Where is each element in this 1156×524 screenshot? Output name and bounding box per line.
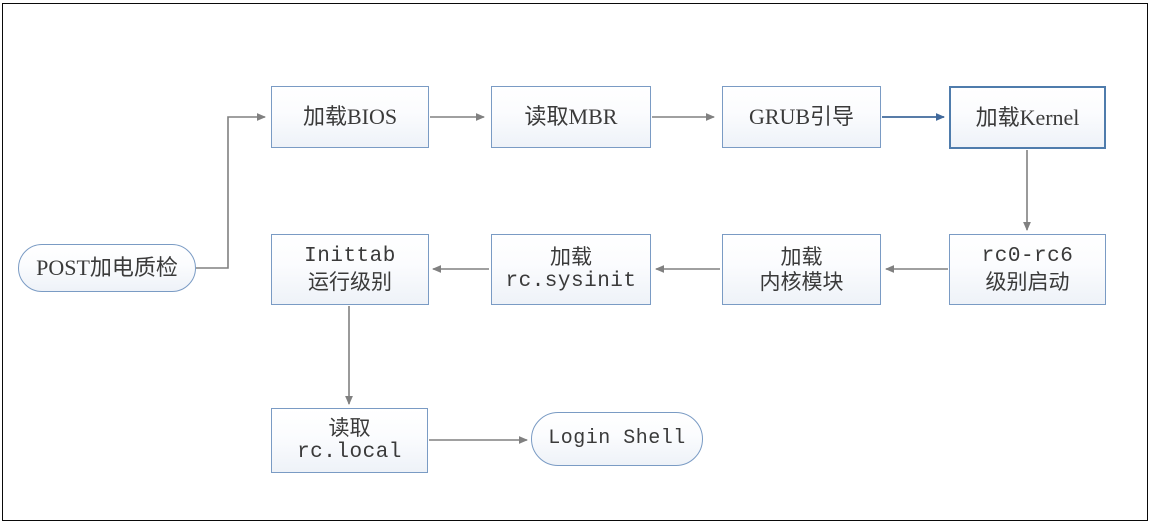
node-post[interactable]: POST加电质检	[18, 244, 196, 292]
node-inittab[interactable]: Inittab 运行级别	[271, 234, 429, 305]
node-rclocal-line1: 读取	[328, 415, 371, 440]
flowchart-canvas: POST加电质检 加载BIOS 读取MBR GRUB引导 加载Kernel rc…	[0, 0, 1156, 524]
node-mbr-label: 读取MBR	[524, 104, 618, 130]
node-bios-label: 加载BIOS	[302, 104, 398, 130]
node-rclocal[interactable]: 读取 rc.local	[271, 408, 428, 473]
node-sysinit-line1: 加载	[550, 244, 592, 269]
node-bios[interactable]: 加载BIOS	[271, 86, 429, 148]
node-grub-label: GRUB引导	[748, 104, 855, 130]
node-sysinit-line2: rc.sysinit	[505, 269, 637, 293]
node-rclevel-line2: 级别启动	[985, 269, 1070, 294]
node-rclevel-line1: rc0-rc6	[981, 244, 1074, 268]
node-grub[interactable]: GRUB引导	[722, 86, 881, 148]
node-inittab-line1: Inittab	[304, 244, 396, 268]
node-kmodule[interactable]: 加载 内核模块	[722, 234, 881, 305]
node-kmodule-line1: 加载	[780, 244, 823, 269]
node-kernel-label: 加载Kernel	[975, 104, 1080, 130]
node-rclocal-line2: rc.local	[297, 440, 402, 464]
node-kmodule-line2: 内核模块	[759, 269, 844, 294]
node-rclevel[interactable]: rc0-rc6 级别启动	[949, 234, 1106, 305]
node-kernel[interactable]: 加载Kernel	[949, 86, 1106, 149]
node-login-shell-label: Login Shell	[548, 427, 686, 451]
node-mbr[interactable]: 读取MBR	[491, 86, 651, 148]
node-post-label: POST加电质检	[36, 255, 178, 281]
node-login-shell[interactable]: Login Shell	[531, 412, 703, 466]
node-inittab-line2: 运行级别	[308, 269, 392, 294]
edge-post-to-bios	[196, 113, 266, 269]
node-sysinit[interactable]: 加载 rc.sysinit	[491, 234, 651, 305]
